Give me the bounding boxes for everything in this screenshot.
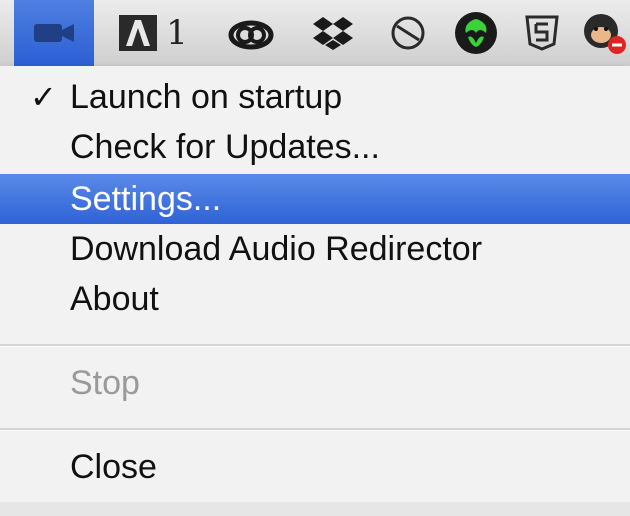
sync-disabled-status-item[interactable] <box>378 0 438 66</box>
razer-status-item[interactable] <box>444 0 508 66</box>
html5-shield-icon <box>525 15 559 51</box>
menu-item-download-audio-redirector[interactable]: Download Audio Redirector <box>0 224 630 274</box>
notification-count: 1 <box>166 13 188 53</box>
creative-cloud-status-item[interactable] <box>216 0 286 66</box>
camera-icon <box>34 24 74 42</box>
menu-separator <box>0 344 630 347</box>
menu-item-label: About <box>70 279 159 318</box>
no-entry-icon <box>391 16 425 50</box>
menu-item-label: Settings... <box>70 179 222 218</box>
menu-item-label: Close <box>70 447 157 486</box>
html5-status-item[interactable] <box>514 0 570 66</box>
menu-separator <box>0 428 630 431</box>
dropbox-status-item[interactable] <box>300 0 366 66</box>
menu-bar: 1 <box>0 0 630 67</box>
camera-status-item[interactable] <box>14 0 94 66</box>
menu-item-stop: Stop <box>0 358 630 408</box>
checkmark-icon: ✓ <box>30 78 57 116</box>
menu-item-label: Launch on startup <box>70 77 343 116</box>
adobe-icon <box>119 15 158 51</box>
menu-item-label: Check for Updates... <box>70 127 380 166</box>
menu-item-close[interactable]: Close <box>0 442 630 492</box>
creative-cloud-icon <box>228 20 274 50</box>
menu-item-label: Stop <box>70 363 140 402</box>
razer-icon <box>455 12 497 54</box>
background-window-edge <box>0 502 630 516</box>
menu-item-settings[interactable]: Settings... <box>0 174 630 224</box>
dropbox-icon <box>313 17 353 50</box>
gorilla-status-item[interactable] <box>578 0 630 66</box>
gorilla-icon <box>584 14 626 54</box>
menu-item-check-for-updates[interactable]: Check for Updates... <box>0 122 630 172</box>
menu-item-launch-on-startup[interactable]: ✓ Launch on startup <box>0 72 630 122</box>
menu-item-about[interactable]: About <box>0 274 630 324</box>
adobe-status-item[interactable]: 1 <box>108 0 198 66</box>
status-item-dropdown-menu: ✓ Launch on startup Check for Updates...… <box>0 66 630 502</box>
menu-item-label: Download Audio Redirector <box>70 229 483 268</box>
